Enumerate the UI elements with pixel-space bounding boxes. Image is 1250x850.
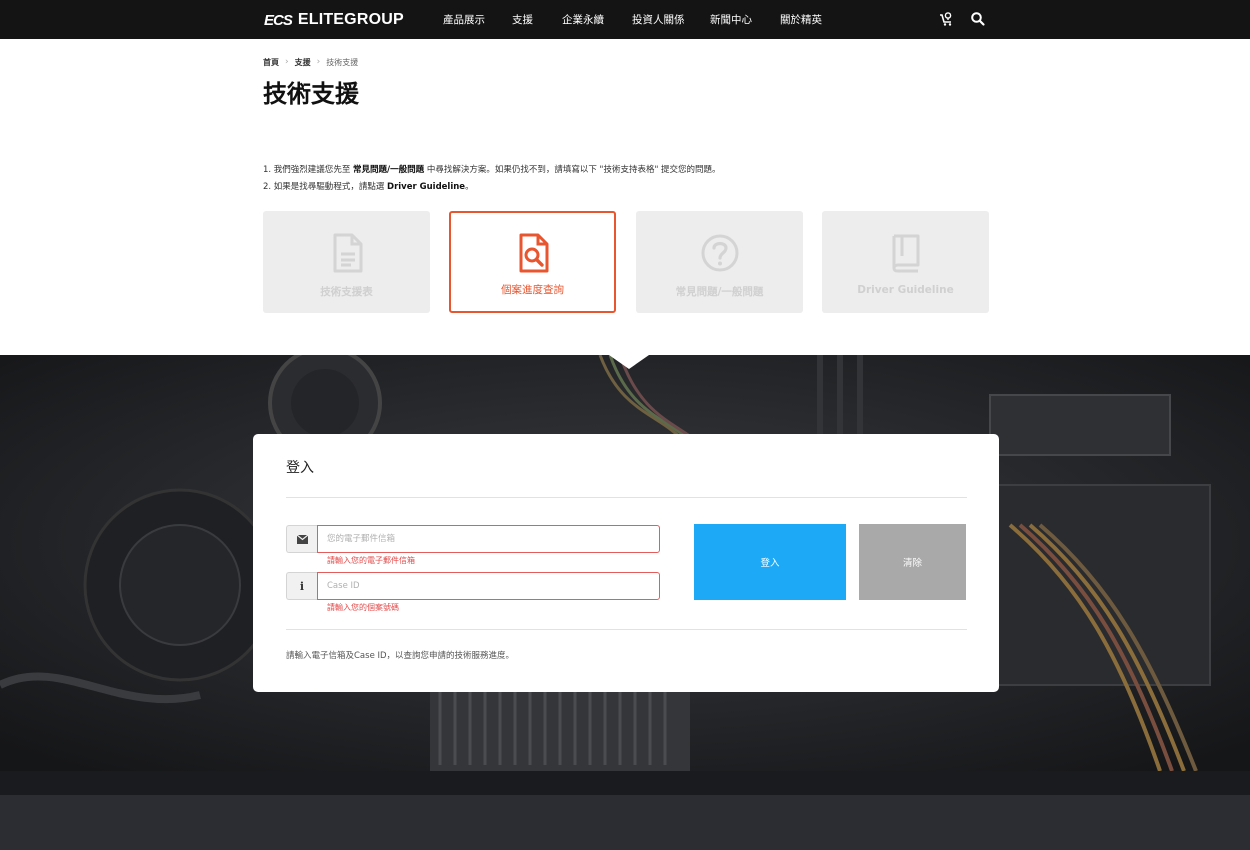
case-id-input[interactable] — [317, 572, 660, 600]
card-label: 常見問題/一般問題 — [675, 286, 764, 298]
note-2-suffix: 。 — [465, 182, 474, 192]
card-label: 個案進度查詢 — [501, 284, 564, 296]
breadcrumb-separator: › — [285, 57, 289, 67]
email-input[interactable] — [317, 525, 660, 553]
brand-name: ELITEGROUP — [297, 11, 404, 28]
note-1-suffix: 中尋找解決方案。如果仍找不到，請填寫以下 "技術支持表格" 提交您的問題。 — [424, 165, 721, 175]
note-line-2: 2. 如果是找尋驅動程式，請點選 Driver Guideline。 — [263, 179, 721, 196]
email-field-group — [286, 525, 660, 553]
question-icon — [701, 234, 738, 272]
clear-button[interactable]: 清除 — [859, 524, 966, 600]
cart-icon[interactable] — [938, 11, 954, 27]
nav-item-investors[interactable]: 投資人關係 — [632, 12, 685, 28]
card-label: Driver Guideline — [857, 284, 954, 296]
footer-strip — [0, 771, 1250, 795]
card-label: 技術支援表 — [320, 286, 373, 298]
case-id-error: 請輸入您的個案號碼 — [327, 603, 399, 612]
divider — [286, 497, 967, 498]
login-hint: 請輸入電子信箱及Case ID，以查詢您申請的技術服務進度。 — [286, 651, 515, 661]
support-header-section: 首頁 › 支援 › 技術支援 技術支援 1. 我們強烈建議您先至 常見問題/一般… — [0, 39, 1250, 355]
email-error: 請輸入您的電子郵件信箱 — [327, 556, 415, 565]
envelope-icon — [286, 525, 317, 553]
info-icon: i — [286, 572, 317, 600]
breadcrumb-home[interactable]: 首頁 — [263, 57, 279, 68]
brand-mark: ECS — [264, 11, 293, 29]
book-icon — [892, 234, 919, 273]
nav-item-products[interactable]: 產品展示 — [443, 12, 485, 28]
search-icon[interactable] — [970, 11, 986, 27]
document-search-icon — [519, 233, 548, 273]
note-2-prefix: 2. 如果是找尋驅動程式，請點選 — [263, 182, 388, 192]
document-icon — [333, 233, 362, 273]
card-support-form[interactable]: 技術支援表 — [263, 211, 430, 313]
active-card-pointer — [609, 355, 649, 369]
breadcrumb-separator: › — [316, 57, 321, 67]
note-1-prefix: 1. 我們強烈建議您先至 — [263, 165, 354, 175]
breadcrumb-support[interactable]: 支援 — [295, 57, 311, 68]
breadcrumb-current: 技術支援 — [326, 57, 359, 67]
footer — [0, 795, 1250, 850]
support-options: 技術支援表 個案進度查詢 常見問題/一般問題 Driver Guideline — [263, 211, 989, 313]
breadcrumb: 首頁 › 支援 › 技術支援 — [263, 56, 358, 68]
top-navigation: ECS ELITEGROUP 產品展示 支援 企業永續 投資人關係 新聞中心 關… — [0, 0, 1250, 39]
login-title: 登入 — [286, 460, 314, 476]
card-case-status[interactable]: 個案進度查詢 — [449, 211, 616, 313]
support-notes: 1. 我們強烈建議您先至 常見問題/一般問題 中尋找解決方案。如果仍找不到，請填… — [263, 162, 721, 196]
page-title: 技術支援 — [263, 80, 359, 108]
card-driver-guideline[interactable]: Driver Guideline — [822, 211, 989, 313]
divider — [286, 629, 967, 630]
nav-item-news[interactable]: 新聞中心 — [710, 12, 752, 28]
login-panel: 登入 請輸入您的電子郵件信箱 i 請輸入您的個案號碼 登入 清除 請輸入電子信箱… — [253, 434, 999, 692]
case-field-group: i — [286, 572, 660, 600]
faq-link[interactable]: 常見問題/一般問題 — [353, 165, 424, 175]
nav-item-about[interactable]: 關於精英 — [780, 12, 822, 28]
brand-logo[interactable]: ECS ELITEGROUP — [264, 10, 404, 30]
card-faq[interactable]: 常見問題/一般問題 — [636, 211, 803, 313]
driver-guideline-link[interactable]: Driver Guideline — [387, 182, 465, 192]
login-button[interactable]: 登入 — [694, 524, 846, 600]
nav-item-csr[interactable]: 企業永續 — [562, 12, 604, 28]
note-line-1: 1. 我們強烈建議您先至 常見問題/一般問題 中尋找解決方案。如果仍找不到，請填… — [263, 162, 721, 179]
nav-item-support[interactable]: 支援 — [512, 12, 533, 28]
